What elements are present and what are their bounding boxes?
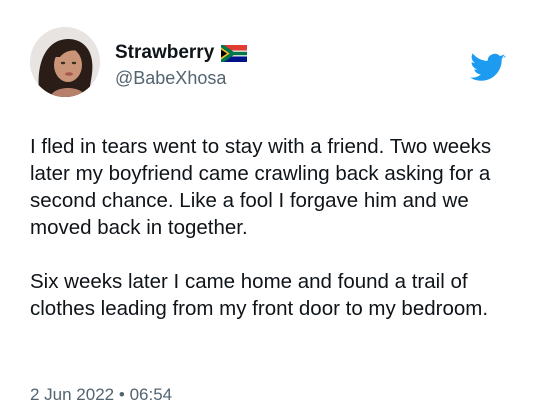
display-name[interactable]: Strawberry: [115, 42, 248, 64]
user-handle[interactable]: @BabeXhosa: [115, 67, 226, 89]
display-name-text: Strawberry: [115, 42, 215, 63]
tweet-paragraph: Six weeks later I came home and found a …: [30, 270, 489, 320]
profile-avatar[interactable]: [30, 27, 100, 97]
tweet-time: 06:54: [129, 385, 173, 404]
twitter-bird-icon[interactable]: [470, 52, 506, 82]
tweet-paragraph: I fled in tears went to stay with a frie…: [30, 135, 492, 239]
tweet-card: Strawberry @BabeXhosa I fled in tears we…: [0, 0, 537, 415]
tweet-date: 2 Jun 2022: [30, 385, 115, 404]
tweet-text: I fled in tears went to stay with a frie…: [30, 133, 520, 322]
timestamp-separator: •: [118, 385, 125, 404]
tweet-timestamp[interactable]: 2 Jun 2022 • 06:54: [30, 385, 172, 405]
south-africa-flag-icon: [221, 44, 248, 62]
